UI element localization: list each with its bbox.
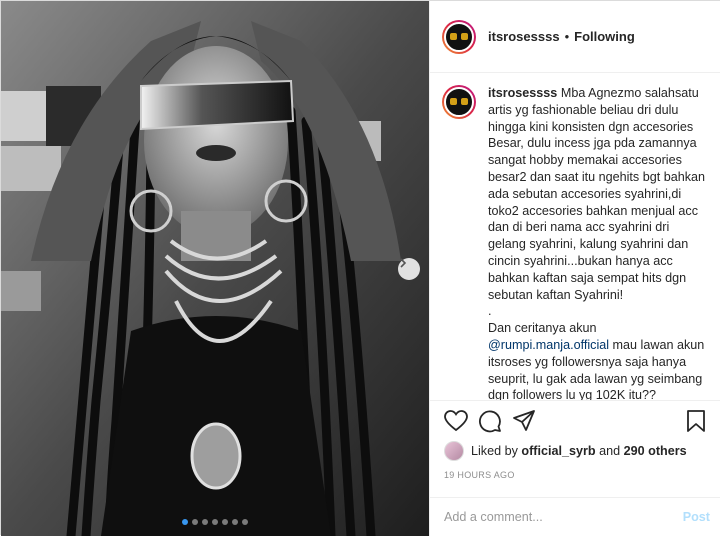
share-icon [513, 409, 535, 431]
caption-body-1: Mba Agnezmo salahsatu artis yg fashionab… [488, 86, 706, 336]
post-comment-button[interactable]: Post [683, 510, 710, 524]
avatar[interactable] [442, 19, 476, 54]
carousel-dot-active [182, 519, 188, 525]
carousel-dot [242, 519, 248, 525]
liker-avatar[interactable] [444, 441, 464, 461]
add-comment-bar: Post [430, 497, 720, 536]
carousel-dot [222, 519, 228, 525]
carousel-dot [192, 519, 198, 525]
header-username[interactable]: itsrosessss [488, 29, 560, 44]
caption-comment: itsrosessss Mba Agnezmo salahsatu artis … [442, 85, 708, 400]
post-photo[interactable] [1, 1, 429, 536]
liked-by-others-link[interactable]: 290 others [624, 444, 687, 458]
caption-text: itsrosessss Mba Agnezmo salahsatu artis … [488, 85, 708, 400]
heart-icon [444, 409, 468, 431]
carousel-indicator [1, 519, 429, 525]
carousel-dot [212, 519, 218, 525]
caption-username[interactable]: itsrosessss [488, 86, 557, 100]
following-button[interactable]: Following [574, 29, 635, 44]
action-bar [430, 400, 720, 440]
post-header: itsrosessss • Following [430, 1, 720, 73]
carousel-dot [202, 519, 208, 525]
like-button[interactable] [442, 407, 470, 435]
next-slide-button[interactable] [398, 258, 420, 280]
avatar-image [444, 21, 474, 52]
caption-avatar[interactable] [442, 85, 476, 119]
comments-section[interactable]: itsrosessss Mba Agnezmo salahsatu artis … [430, 73, 720, 400]
share-button[interactable] [510, 407, 538, 435]
liked-by-user-link[interactable]: official_syrb [521, 444, 595, 458]
carousel-dot [232, 519, 238, 525]
comment-button[interactable] [476, 407, 504, 435]
avatar-glasses-icon [450, 32, 468, 41]
liked-by-and: and [599, 444, 621, 458]
avatar-glasses-icon [450, 98, 468, 106]
bookmark-icon [687, 409, 705, 432]
instagram-post-modal: itsrosessss • Following itsrosessss Mba … [0, 0, 720, 536]
post-timestamp[interactable]: 19 HOURS AGO [444, 470, 515, 480]
comment-input[interactable] [444, 510, 683, 524]
comment-icon [479, 410, 501, 432]
save-button[interactable] [682, 407, 710, 435]
liked-by-prefix: Liked by [471, 444, 518, 458]
header-separator: • [564, 29, 570, 44]
caption-mention-link[interactable]: @rumpi.manja.official [488, 338, 609, 352]
avatar-image [444, 87, 474, 117]
photo-illustration [1, 1, 429, 536]
likes-summary: Liked by official_syrb and 290 others [444, 441, 687, 461]
chevron-right-icon [400, 258, 407, 268]
post-details-panel: itsrosessss • Following itsrosessss Mba … [429, 1, 720, 536]
